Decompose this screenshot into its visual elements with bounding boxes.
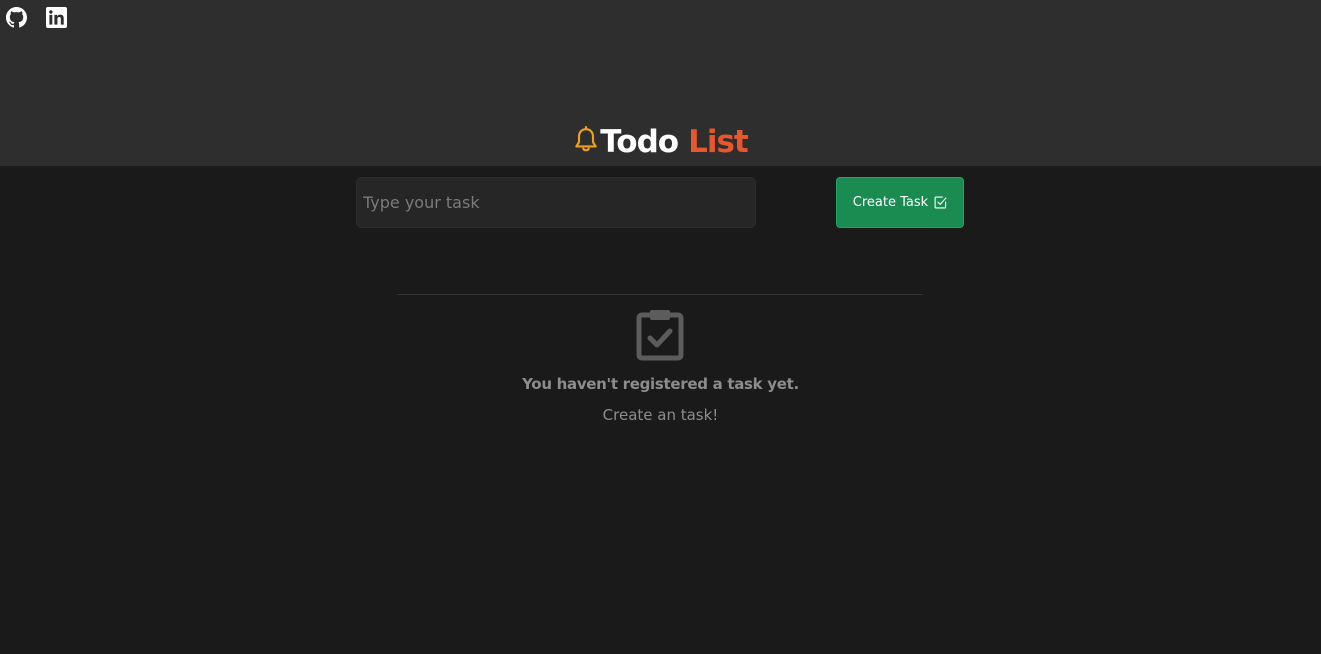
linkedin-icon	[46, 7, 67, 28]
check-square-icon	[934, 196, 947, 209]
create-task-label: Create Task	[852, 195, 929, 210]
divider	[397, 294, 923, 295]
social-links	[6, 7, 67, 28]
bell-icon	[575, 126, 598, 152]
github-link[interactable]	[6, 7, 27, 28]
empty-state-title: You haven't registered a task yet.	[522, 375, 799, 393]
empty-state-subtitle: Create an task!	[602, 406, 719, 424]
github-icon	[6, 7, 27, 28]
header: Todo List	[0, 0, 1321, 166]
title-word-todo: Todo	[600, 124, 679, 160]
clipboard-check-icon	[636, 310, 684, 361]
linkedin-link[interactable]	[46, 7, 67, 28]
create-task-button[interactable]: Create Task	[836, 177, 964, 228]
title-word-list: List	[688, 124, 749, 160]
page-title: Todo List	[0, 124, 1321, 160]
task-input[interactable]	[356, 177, 756, 228]
